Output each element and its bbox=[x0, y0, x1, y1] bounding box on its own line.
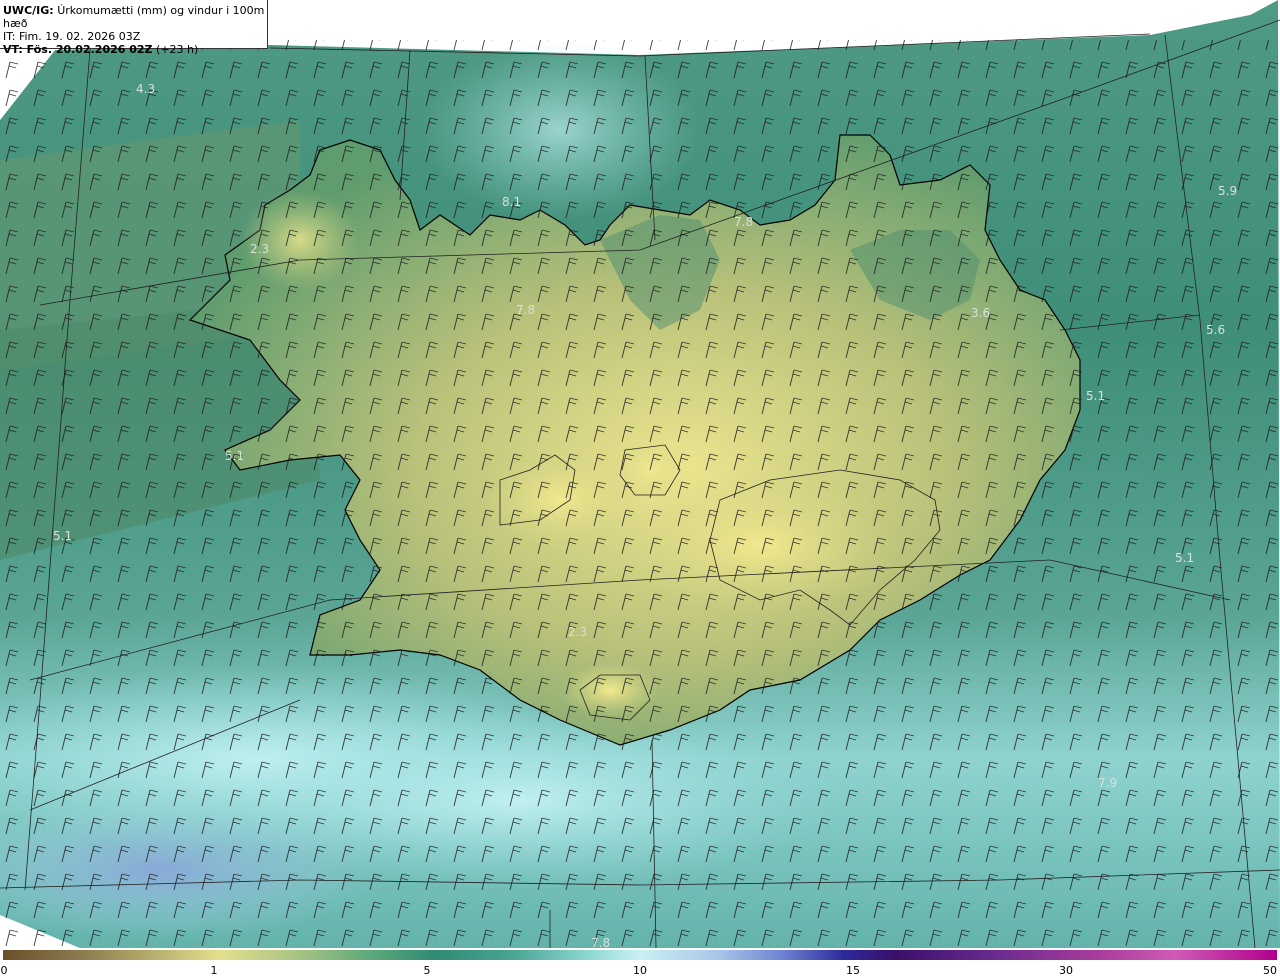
scale-tick: 50 bbox=[1263, 964, 1277, 977]
value-label: 5.1 bbox=[53, 529, 72, 543]
map-header: UWC/IG: Úrkomumætti (mm) og vindur i 100… bbox=[0, 0, 268, 56]
scale-tick: 1 bbox=[210, 964, 218, 977]
value-label: 3.6 bbox=[971, 306, 990, 320]
scale-tick: 30 bbox=[1059, 964, 1073, 977]
title-line: UWC/IG: Úrkomumætti (mm) og vindur i 100… bbox=[3, 4, 267, 30]
value-label: 8.1 bbox=[502, 195, 521, 209]
value-label: 7.8 bbox=[591, 936, 610, 948]
scale-tick: 5 bbox=[423, 964, 431, 977]
valid-offset: (+23 h) bbox=[156, 43, 199, 56]
value-label: 5.9 bbox=[1218, 184, 1237, 198]
forecast-map: 4.3 8.1 7.8 3.6 5.9 5.6 5.1 5.1 2.3 7.8 … bbox=[0, 0, 1280, 948]
value-label: 5.6 bbox=[1206, 323, 1225, 337]
scale-tick: 0 bbox=[0, 964, 8, 977]
wind-barbs bbox=[0, 40, 1280, 948]
model-label: UWC/IG: bbox=[3, 4, 54, 17]
value-label: 7.8 bbox=[516, 303, 535, 317]
value-label: 2.3 bbox=[250, 242, 269, 256]
value-label: 5.1 bbox=[1175, 551, 1194, 565]
value-label: 5.1 bbox=[225, 449, 244, 463]
color-scale-bar: 0 1 5 10 15 30 50 bbox=[0, 948, 1280, 978]
valid-time-line: VT: Fös. 20.02.2026 02Z (+23 h) bbox=[3, 43, 267, 56]
value-label: 7.9 bbox=[1098, 776, 1117, 790]
value-label: 4.3 bbox=[136, 82, 155, 96]
value-label: 5.1 bbox=[1086, 389, 1105, 403]
value-label: 7.8 bbox=[734, 215, 753, 229]
color-scale-strip bbox=[3, 950, 1277, 960]
scale-tick: 10 bbox=[633, 964, 647, 977]
init-time: IT: Fim. 19. 02. 2026 03Z bbox=[3, 30, 141, 43]
scale-tick: 15 bbox=[846, 964, 860, 977]
valid-time: VT: Fös. 20.02.2026 02Z bbox=[3, 43, 153, 56]
value-label: 2.3 bbox=[568, 625, 587, 639]
